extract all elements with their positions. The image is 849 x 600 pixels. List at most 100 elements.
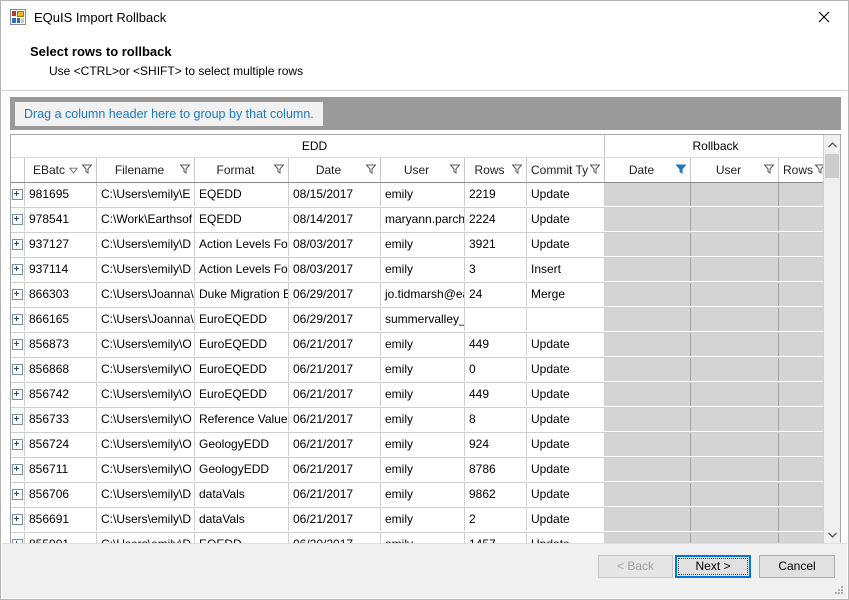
cell-format[interactable]: dataVals xyxy=(195,508,289,531)
cell-user[interactable]: maryann.parcher xyxy=(381,208,465,231)
column-header-filename[interactable]: Filename xyxy=(97,158,195,182)
table-row[interactable]: 937114 C:\Users\emily\D Action Levels For 0… xyxy=(11,258,823,283)
cell-rb_date[interactable] xyxy=(605,283,691,306)
grid-rows[interactable]: 981695 C:\Users\emily\E EQEDD 08/15/2017 emi… xyxy=(11,183,823,544)
cell-rb_date[interactable] xyxy=(605,258,691,281)
plus-icon[interactable] xyxy=(12,414,23,425)
group-by-panel[interactable]: Drag a column header here to group by th… xyxy=(10,97,841,130)
plus-icon[interactable] xyxy=(12,464,23,475)
table-row[interactable]: 866165 C:\Users\Joanna\ EuroEQEDD 06/29/201… xyxy=(11,308,823,333)
cell-filename[interactable]: C:\Users\emily\E xyxy=(97,183,195,206)
cell-date[interactable]: 06/29/2017 xyxy=(289,283,381,306)
cell-rb_date[interactable] xyxy=(605,408,691,431)
cell-user[interactable]: emily xyxy=(381,458,465,481)
cell-date[interactable]: 06/29/2017 xyxy=(289,308,381,331)
cell-rows[interactable] xyxy=(465,308,527,331)
cell-ebatch[interactable]: 937127 xyxy=(25,233,97,256)
cell-date[interactable]: 06/21/2017 xyxy=(289,408,381,431)
plus-icon[interactable] xyxy=(12,364,23,375)
cell-rb_user[interactable] xyxy=(691,508,779,531)
plus-icon[interactable] xyxy=(12,239,23,250)
cell-rows[interactable]: 3921 xyxy=(465,233,527,256)
cell-rb_rows[interactable] xyxy=(779,308,823,331)
cell-ebatch[interactable]: 856733 xyxy=(25,408,97,431)
cell-rb_user[interactable] xyxy=(691,383,779,406)
cell-rb_date[interactable] xyxy=(605,508,691,531)
cell-committy[interactable]: Merge xyxy=(527,283,605,306)
cell-rows[interactable]: 0 xyxy=(465,358,527,381)
cell-rb_user[interactable] xyxy=(691,458,779,481)
cell-rows[interactable]: 2 xyxy=(465,508,527,531)
cell-committy[interactable]: Update xyxy=(527,208,605,231)
cell-user[interactable]: emily xyxy=(381,233,465,256)
cell-rb_user[interactable] xyxy=(691,283,779,306)
filter-icon[interactable] xyxy=(763,163,775,177)
cell-committy[interactable]: Update xyxy=(527,508,605,531)
cell-filename[interactable]: C:\Users\emily\O xyxy=(97,358,195,381)
vertical-scrollbar[interactable] xyxy=(823,135,840,544)
cell-rb_rows[interactable] xyxy=(779,408,823,431)
row-expander[interactable] xyxy=(11,208,25,231)
cell-rb_user[interactable] xyxy=(691,483,779,506)
cell-ebatch[interactable]: 866303 xyxy=(25,283,97,306)
cell-rb_user[interactable] xyxy=(691,308,779,331)
plus-icon[interactable] xyxy=(12,339,23,350)
cell-user[interactable]: emily xyxy=(381,408,465,431)
cell-filename[interactable]: C:\Work\Earthsof xyxy=(97,208,195,231)
cell-date[interactable]: 08/03/2017 xyxy=(289,233,381,256)
plus-icon[interactable] xyxy=(12,514,23,525)
table-row[interactable]: 856724 C:\Users\emily\O GeologyEDD 06/21/20… xyxy=(11,433,823,458)
cell-rb_rows[interactable] xyxy=(779,183,823,206)
cell-filename[interactable]: C:\Users\emily\O xyxy=(97,383,195,406)
cell-format[interactable]: EQEDD xyxy=(195,183,289,206)
cell-rb_user[interactable] xyxy=(691,433,779,456)
cell-date[interactable]: 06/21/2017 xyxy=(289,483,381,506)
row-expander[interactable] xyxy=(11,233,25,256)
cell-committy[interactable]: Update xyxy=(527,433,605,456)
cell-user[interactable]: emily xyxy=(381,433,465,456)
row-expander[interactable] xyxy=(11,458,25,481)
cell-rb_date[interactable] xyxy=(605,208,691,231)
cell-format[interactable]: EuroEQEDD xyxy=(195,333,289,356)
filter-icon[interactable] xyxy=(449,163,461,177)
cell-committy[interactable]: Insert xyxy=(527,258,605,281)
cell-format[interactable]: EuroEQEDD xyxy=(195,308,289,331)
cell-rb_date[interactable] xyxy=(605,358,691,381)
cell-rows[interactable]: 449 xyxy=(465,383,527,406)
filter-icon[interactable] xyxy=(675,163,687,177)
cell-filename[interactable]: C:\Users\emily\D xyxy=(97,483,195,506)
table-row[interactable]: 856868 C:\Users\emily\O EuroEQEDD 06/21/201… xyxy=(11,358,823,383)
row-expander[interactable] xyxy=(11,508,25,531)
cell-rb_rows[interactable] xyxy=(779,458,823,481)
cell-rb_rows[interactable] xyxy=(779,283,823,306)
cell-user[interactable]: emily xyxy=(381,258,465,281)
cell-rows[interactable]: 2224 xyxy=(465,208,527,231)
cell-user[interactable]: summervalley_sv xyxy=(381,308,465,331)
cell-committy[interactable] xyxy=(527,308,605,331)
cell-ebatch[interactable]: 856868 xyxy=(25,358,97,381)
cell-format[interactable]: EuroEQEDD xyxy=(195,383,289,406)
cell-ebatch[interactable]: 978541 xyxy=(25,208,97,231)
cell-user[interactable]: emily xyxy=(381,508,465,531)
filter-icon[interactable] xyxy=(589,163,601,177)
cell-committy[interactable]: Update xyxy=(527,408,605,431)
row-expander[interactable] xyxy=(11,333,25,356)
cell-rows[interactable]: 8786 xyxy=(465,458,527,481)
cell-format[interactable]: EuroEQEDD xyxy=(195,358,289,381)
table-row[interactable]: 981695 C:\Users\emily\E EQEDD 08/15/2017 emi… xyxy=(11,183,823,208)
cell-user[interactable]: emily xyxy=(381,333,465,356)
cell-committy[interactable]: Update xyxy=(527,358,605,381)
cell-filename[interactable]: C:\Users\emily\O xyxy=(97,458,195,481)
cell-date[interactable]: 06/21/2017 xyxy=(289,458,381,481)
scroll-up-icon[interactable] xyxy=(824,136,840,153)
cell-rb_user[interactable] xyxy=(691,208,779,231)
plus-icon[interactable] xyxy=(12,489,23,500)
cell-rb_user[interactable] xyxy=(691,333,779,356)
filter-icon[interactable] xyxy=(814,163,823,177)
cell-date[interactable]: 06/21/2017 xyxy=(289,383,381,406)
row-expander[interactable] xyxy=(11,433,25,456)
cell-rows[interactable]: 3 xyxy=(465,258,527,281)
cell-format[interactable]: GeologyEDD xyxy=(195,458,289,481)
cell-format[interactable]: EQEDD xyxy=(195,208,289,231)
cell-date[interactable]: 08/15/2017 xyxy=(289,183,381,206)
